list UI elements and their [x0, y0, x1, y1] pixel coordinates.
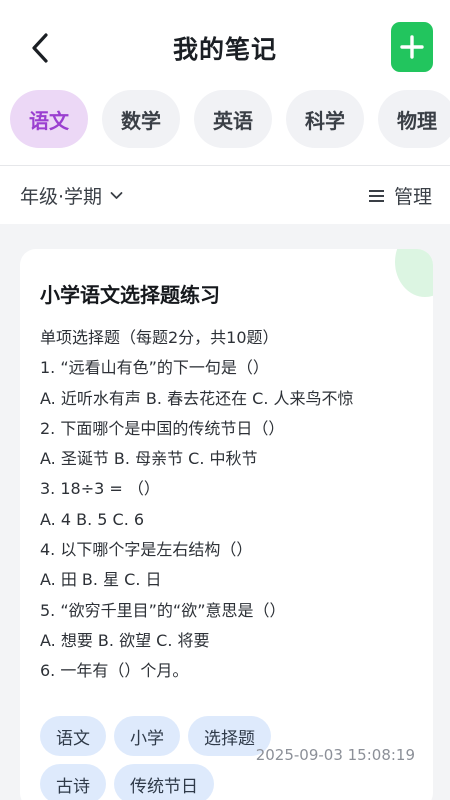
- tag-chip[interactable]: 传统节日: [114, 764, 214, 800]
- note-line: 2. 下面哪个是中国的传统节日（）: [40, 418, 285, 438]
- tag-chip[interactable]: 古诗: [40, 764, 106, 800]
- note-line: 单项选择题（每题2分，共10题）: [40, 328, 279, 347]
- note-card[interactable]: 小学语文选择题练习 单项选择题（每题2分，共10题） 1. “远看山有色”的下一…: [20, 249, 433, 800]
- note-tags: 语文 小学 选择题 古诗 传统节日: [40, 716, 280, 800]
- grade-filter-label: 年级·学期: [20, 186, 103, 208]
- tab-subject[interactable]: 英语: [194, 90, 272, 148]
- note-line: A. 4 B. 5 C. 6: [40, 509, 145, 529]
- plus-icon: [400, 35, 424, 59]
- notes-list: 小学语文选择题练习 单项选择题（每题2分，共10题） 1. “远看山有色”的下一…: [0, 224, 450, 800]
- note-line: A. 近听水有声 B. 春去花还在 C. 人来鸟不惊: [40, 388, 354, 408]
- manage-label: 管理: [393, 186, 432, 208]
- note-line: A. 圣诞节 B. 母亲节 C. 中秋节: [40, 449, 258, 469]
- note-timestamp: 2025-09-03 15:08:19: [255, 746, 415, 764]
- note-line: 4. 以下哪个字是左右结构（）: [40, 540, 253, 560]
- note-line: 1. “远看山有色”的下一句是（）: [40, 358, 269, 378]
- note-line: 5. “欲穷千里目”的“欲”意思是（）: [40, 600, 286, 620]
- chevron-down-icon: [110, 192, 123, 199]
- page-title: 我的笔记: [172, 35, 277, 64]
- manage-button[interactable]: 管理: [368, 182, 432, 209]
- note-title: 小学语文选择题练习: [40, 283, 220, 307]
- add-note-button[interactable]: [391, 22, 433, 72]
- tag-chip[interactable]: 小学: [114, 716, 180, 756]
- tab-subject[interactable]: 语文: [10, 90, 88, 148]
- menu-lines-icon: [368, 189, 384, 202]
- tab-subject[interactable]: 数学: [102, 90, 180, 148]
- subject-tabs: 语文 数学 英语 科学 物理: [10, 90, 450, 148]
- header-bar: 我的笔记: [0, 0, 450, 86]
- note-line: 3. 18÷3 = （）: [40, 479, 160, 499]
- note-line: A. 想要 B. 欲望 C. 将要: [40, 630, 210, 650]
- tab-subject[interactable]: 物理: [378, 90, 450, 148]
- filter-bar: 年级·学期 管理: [0, 166, 450, 224]
- note-content: 单项选择题（每题2分，共10题） 1. “远看山有色”的下一句是（） A. 近听…: [40, 323, 420, 687]
- note-line: A. 田 B. 星 C. 日: [40, 570, 162, 590]
- card-corner-decoration: [395, 249, 433, 297]
- note-line: 6. 一年有（）个月。: [40, 661, 189, 681]
- grade-semester-filter[interactable]: 年级·学期: [20, 182, 123, 209]
- tag-chip[interactable]: 语文: [40, 716, 106, 756]
- tab-subject[interactable]: 科学: [286, 90, 364, 148]
